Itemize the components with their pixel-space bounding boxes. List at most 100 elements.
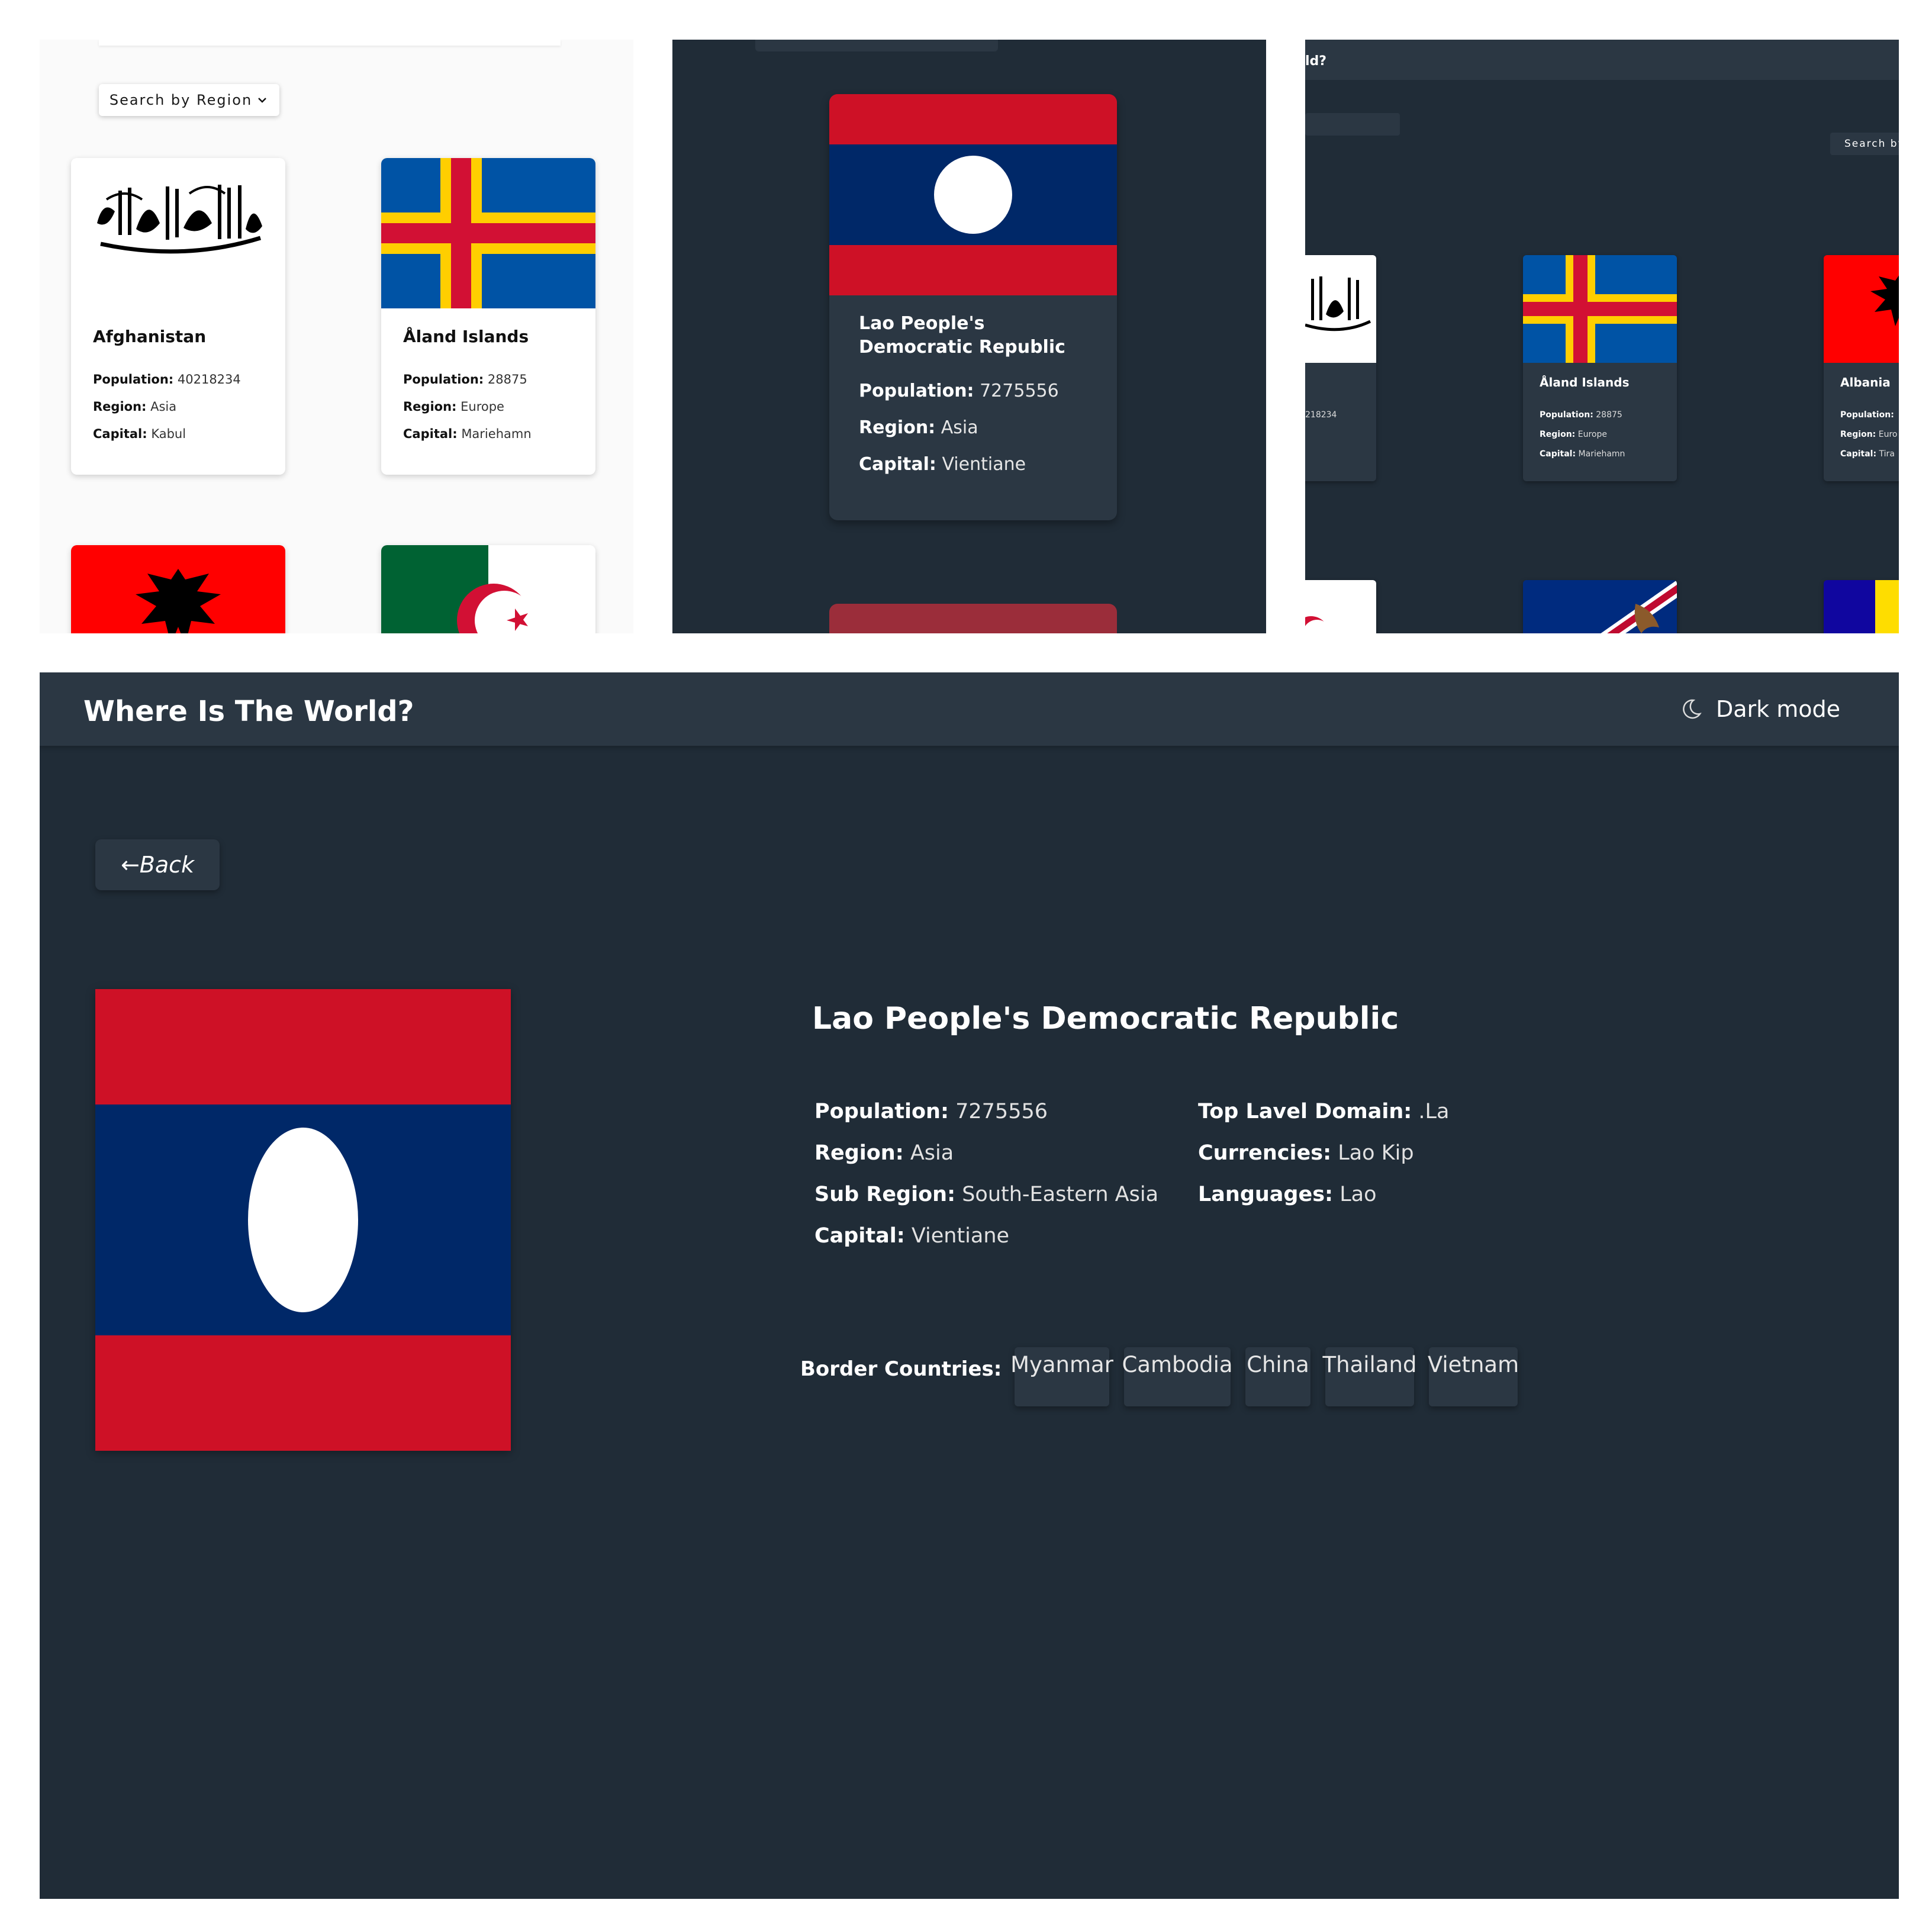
population-label: Population: xyxy=(1840,410,1894,420)
flag-american-samoa xyxy=(1523,580,1677,633)
country-name: Åland Islands xyxy=(1540,375,1630,389)
population-label: Population: xyxy=(93,372,174,387)
capital-value: Tira xyxy=(1879,449,1895,459)
country-card-albania[interactable]: Albania Population: Region: Euro Capital… xyxy=(1824,255,1899,481)
country-card-afghanistan[interactable]: Afghanistan Population: 40218234 Region:… xyxy=(71,158,285,475)
border-country-cambodia[interactable]: Cambodia xyxy=(1122,1347,1233,1406)
border-country-myanmar[interactable]: Myanmar xyxy=(1010,1347,1113,1406)
region-filter-dropdown[interactable]: Search by Region xyxy=(99,84,279,116)
capital-label: Capital: xyxy=(93,427,147,441)
flag-afghanistan xyxy=(1305,255,1376,363)
flag-algeria xyxy=(381,545,595,633)
flag-algeria xyxy=(1305,580,1376,633)
top-level-domain-label: Top Lavel Domain: xyxy=(1198,1100,1412,1123)
region-row: Region: Asia xyxy=(814,1141,954,1165)
top-level-domain-value: .La xyxy=(1418,1100,1450,1123)
dark-mode-toggle[interactable]: Dark mode xyxy=(1679,696,1840,722)
border-countries-label: Border Countries: xyxy=(800,1357,1002,1381)
back-button[interactable]: ←Back xyxy=(95,839,220,890)
sub-region-value: South-Eastern Asia xyxy=(962,1183,1159,1206)
chevron-down-icon xyxy=(258,98,267,103)
region-filter-dropdown[interactable]: Search by xyxy=(1830,133,1899,155)
dark-desktop-screenshot: ld? Search by 218234 Åland Islands P xyxy=(1305,40,1899,633)
region-label: Region: xyxy=(1840,430,1876,439)
population-row: Population: 7275556 xyxy=(814,1100,1048,1123)
population-label: Population: xyxy=(814,1100,949,1123)
back-label: ←Back xyxy=(120,852,195,878)
population-label: Population: xyxy=(403,372,484,387)
languages-row: Languages: Lao xyxy=(1198,1183,1377,1206)
country-name: Albania xyxy=(1840,375,1891,389)
region-filter-label: Search by xyxy=(1844,138,1899,150)
region-label: Region: xyxy=(1540,430,1576,439)
region-value: Asia xyxy=(910,1141,954,1165)
population-value: 40218234 xyxy=(177,372,241,387)
country-card-algeria[interactable] xyxy=(381,545,595,633)
capital-value: Vientiane xyxy=(911,1224,1010,1248)
capital-value: Vientiane xyxy=(942,454,1026,475)
country-name: Lao People's Democratic Republic xyxy=(859,313,1065,358)
population-label: Population: xyxy=(859,381,974,401)
population-value: 218234 xyxy=(1305,410,1337,420)
region-value: Asia xyxy=(941,417,978,438)
region-label: Region: xyxy=(859,417,936,438)
app-title: Where Is The World? xyxy=(83,695,414,728)
border-country-china[interactable]: China xyxy=(1245,1347,1310,1406)
country-card-aland[interactable]: Åland Islands Population: 28875 Region: … xyxy=(1523,255,1677,481)
sub-region-row: Sub Region: South-Eastern Asia xyxy=(814,1183,1158,1206)
flag-andorra xyxy=(1824,580,1899,633)
flag-laos-large xyxy=(95,989,511,1451)
country-card-andorra[interactable] xyxy=(1824,580,1899,633)
region-label: Region: xyxy=(403,400,457,414)
sub-region-label: Sub Region: xyxy=(814,1183,956,1206)
capital-value: Kabul xyxy=(151,427,186,441)
light-mobile-screenshot: Search by Region Afghanistan Population:… xyxy=(40,40,633,633)
app-title-fragment: ld? xyxy=(1305,54,1327,69)
search-bar-edge[interactable] xyxy=(99,40,561,46)
search-bar-edge[interactable] xyxy=(755,40,998,51)
flag-afghanistan xyxy=(71,158,285,308)
country-card-algeria[interactable] xyxy=(1305,580,1376,633)
country-card-aland[interactable]: Åland Islands Population: 28875 Region: … xyxy=(381,158,595,475)
population-value: 28875 xyxy=(487,372,527,387)
capital-label: Capital: xyxy=(859,454,936,475)
dark-mobile-screenshot: Lao People's Democratic Republic Populat… xyxy=(672,40,1266,633)
flag-albania xyxy=(71,545,285,633)
flag-albania xyxy=(1824,255,1899,363)
capital-value: Mariehamn xyxy=(461,427,532,441)
languages-label: Languages: xyxy=(1198,1183,1334,1206)
country-card-afghanistan[interactable]: 218234 xyxy=(1305,255,1376,481)
capital-label: Capital: xyxy=(814,1224,905,1248)
population-value: 7275556 xyxy=(955,1100,1048,1123)
currencies-value: Lao Kip xyxy=(1338,1141,1414,1165)
region-label: Region: xyxy=(814,1141,904,1165)
region-value: Euro xyxy=(1878,430,1898,439)
languages-value: Lao xyxy=(1339,1183,1377,1206)
border-country-thailand[interactable]: Thailand xyxy=(1323,1347,1416,1406)
header-bar xyxy=(1305,40,1899,80)
capital-label: Capital: xyxy=(1840,449,1877,459)
capital-label: Capital: xyxy=(403,427,458,441)
region-value: Europe xyxy=(1577,430,1607,439)
region-label: Region: xyxy=(93,400,147,414)
currencies-label: Currencies: xyxy=(1198,1141,1332,1165)
country-detail-screenshot: Where Is The World? Dark mode ←Back Lao … xyxy=(40,672,1899,1899)
border-country-vietnam[interactable]: Vietnam xyxy=(1428,1347,1519,1406)
flag-aland xyxy=(381,158,595,308)
country-card-albania[interactable] xyxy=(71,545,285,633)
top-level-domain-row: Top Lavel Domain: .La xyxy=(1198,1100,1449,1123)
population-value: 28875 xyxy=(1596,410,1622,420)
search-input[interactable] xyxy=(1305,113,1400,136)
dark-mode-label: Dark mode xyxy=(1716,696,1841,722)
population-value: 7275556 xyxy=(980,381,1059,401)
next-country-card[interactable] xyxy=(829,604,1117,633)
country-card-american-samoa[interactable] xyxy=(1523,580,1677,633)
moon-icon xyxy=(1683,699,1702,719)
flag-laos xyxy=(829,94,1117,295)
region-value: Asia xyxy=(150,400,177,414)
country-name: Lao People's Democratic Republic xyxy=(812,1001,1399,1036)
capital-value: Mariehamn xyxy=(1578,449,1625,459)
country-card-laos[interactable]: Lao People's Democratic Republic Populat… xyxy=(829,94,1117,520)
capital-row: Capital: Vientiane xyxy=(814,1224,1009,1248)
region-value: Europe xyxy=(461,400,504,414)
